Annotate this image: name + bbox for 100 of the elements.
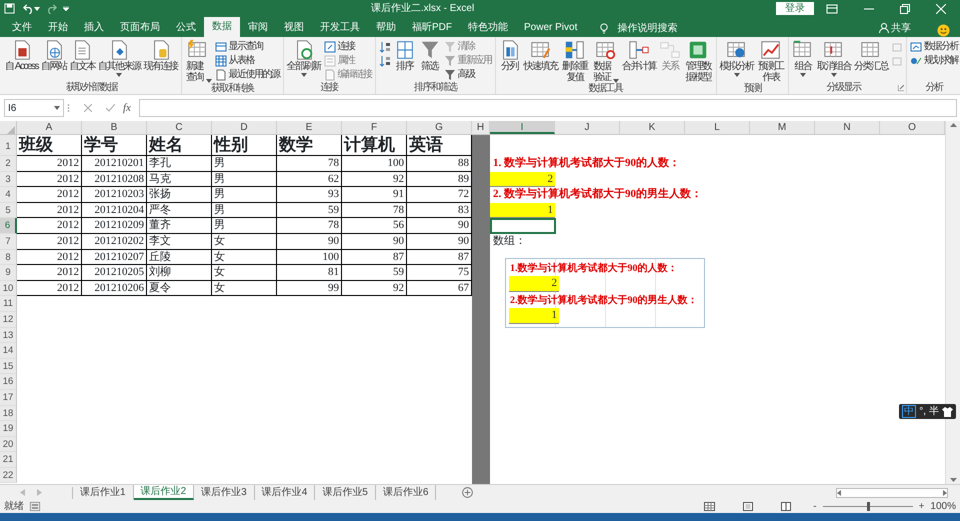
page-layout-icon[interactable] — [743, 502, 754, 511]
zoom-out-button[interactable]: - — [813, 500, 817, 512]
ribbon-button[interactable]: 高级 — [442, 68, 493, 81]
row-header[interactable]: 6 — [0, 218, 17, 234]
ribbon-tab[interactable]: 数据 — [204, 17, 240, 37]
ribbon-display-icon[interactable] — [826, 4, 838, 14]
zoom-in-button[interactable]: + — [918, 500, 924, 512]
ribbon-button[interactable]: 显示查询 — [214, 40, 281, 53]
row-header[interactable]: 5 — [0, 202, 17, 218]
customize-icon[interactable] — [63, 6, 69, 11]
search-field[interactable]: 操作说明搜索 — [617, 20, 678, 36]
ribbon-button[interactable]: 快速填充 — [522, 39, 559, 72]
ribbon-button[interactable]: 分类汇总 — [853, 39, 890, 72]
ribbon-button[interactable]: 排序 — [392, 39, 417, 72]
ribbon-button[interactable]: 自网站 — [40, 39, 68, 72]
save-icon[interactable] — [4, 3, 15, 14]
ribbon-button[interactable]: 自其他来源 — [97, 39, 142, 76]
horizontal-scrollbar[interactable] — [836, 488, 948, 498]
macro-icon[interactable] — [30, 502, 40, 511]
ribbon-button[interactable]: 管理数据模型 — [683, 39, 714, 83]
ribbon-tab[interactable]: 公式 — [168, 19, 204, 37]
ribbon-button[interactable]: 模拟分析 — [718, 39, 755, 76]
row-header[interactable]: 15 — [0, 358, 17, 374]
row-header[interactable]: 9 — [0, 265, 17, 281]
row-header[interactable]: 11 — [0, 296, 17, 312]
column-header[interactable]: F — [342, 121, 407, 134]
scroll-left-icon[interactable] — [837, 490, 841, 496]
ribbon-button[interactable]: 现有连接 — [142, 39, 179, 72]
ribbon-tab[interactable]: 帮助 — [368, 19, 404, 37]
page-break-icon[interactable] — [781, 502, 792, 511]
row-header[interactable]: 13 — [0, 328, 17, 344]
ribbon-button[interactable]: 取消组合 — [816, 39, 852, 76]
ime-label[interactable]: 半 — [929, 404, 939, 418]
row-header[interactable]: 19 — [0, 421, 17, 437]
ribbon-button[interactable]: 规划求解 — [909, 54, 960, 67]
enter-icon[interactable] — [106, 104, 115, 112]
ribbon-button[interactable]: 合并计算 — [621, 39, 658, 72]
ribbon-button[interactable]: 分列 — [498, 39, 522, 72]
ribbon-button[interactable]: 新建查询 — [184, 39, 213, 83]
caret-icon[interactable] — [34, 6, 40, 10]
column-header[interactable]: I — [490, 121, 555, 134]
launcher-icon[interactable] — [898, 85, 904, 91]
close-icon[interactable] — [936, 4, 946, 14]
column-header[interactable]: E — [277, 121, 342, 134]
column-header[interactable]: K — [620, 121, 685, 134]
row-header[interactable]: 2 — [0, 156, 17, 172]
ribbon-button[interactable]: 组合 — [791, 39, 816, 76]
restore-icon[interactable] — [900, 4, 910, 14]
scroll-up-icon[interactable] — [950, 123, 956, 127]
share-button[interactable]: 共享 — [874, 19, 915, 37]
column-header[interactable]: A — [17, 121, 82, 134]
scroll-down-icon[interactable] — [950, 478, 956, 482]
row-header[interactable]: 1 — [0, 135, 17, 156]
column-header[interactable]: B — [82, 121, 147, 134]
ribbon-tab[interactable]: Power Pivot — [516, 19, 586, 37]
column-header[interactable]: H — [472, 121, 490, 135]
ribbon-tab[interactable]: 页面布局 — [112, 19, 168, 37]
selected-cell[interactable] — [490, 218, 556, 234]
row-header[interactable]: 7 — [0, 234, 17, 250]
ime-label[interactable]: 中 — [902, 405, 916, 418]
formula-input[interactable] — [138, 99, 957, 117]
row-header[interactable]: 8 — [0, 250, 17, 266]
cancel-icon[interactable] — [84, 104, 92, 112]
ribbon-tab[interactable]: 开发工具 — [312, 19, 368, 37]
row-header[interactable]: 10 — [0, 280, 17, 296]
ribbon-tab[interactable]: 视图 — [276, 19, 312, 37]
ribbon-button[interactable]: 数据分析 — [909, 40, 960, 53]
row-header[interactable]: 17 — [0, 390, 17, 406]
ribbon-button[interactable]: 数据验证 — [591, 39, 620, 83]
name-box[interactable]: I6 — [4, 99, 64, 117]
column-header[interactable]: D — [212, 121, 277, 134]
ribbon-tab[interactable]: 特色功能 — [460, 19, 516, 37]
row-header[interactable]: 18 — [0, 406, 17, 422]
ribbon-tab[interactable]: 福昕PDF — [404, 19, 460, 37]
ribbon-button[interactable] — [378, 40, 392, 53]
slider-thumb[interactable] — [866, 502, 870, 511]
ribbon-button[interactable]: 自文本 — [68, 39, 96, 72]
column-header[interactable]: M — [750, 121, 815, 134]
scroll-right-icon[interactable] — [943, 490, 947, 496]
row-header[interactable]: 21 — [0, 452, 17, 468]
row-header[interactable]: 14 — [0, 343, 17, 359]
ribbon-button[interactable]: 预测工作表 — [756, 39, 786, 83]
row-header[interactable]: 16 — [0, 374, 17, 390]
undo-icon[interactable] — [23, 3, 34, 14]
ribbon-tab[interactable]: 开始 — [40, 19, 76, 37]
ribbon-button[interactable]: 连接 — [322, 40, 373, 53]
ribbon-button[interactable]: 从表格 — [214, 54, 281, 67]
ime-label[interactable]: °, — [919, 404, 926, 418]
column-header[interactable]: J — [555, 121, 620, 134]
row-header[interactable]: 12 — [0, 312, 17, 328]
ribbon-button[interactable]: 删除重复值 — [560, 39, 590, 83]
smiley-icon[interactable] — [937, 24, 950, 37]
ribbon-button[interactable] — [378, 54, 392, 67]
sign-in-button[interactable]: 登录 — [776, 2, 814, 15]
column-header[interactable]: C — [147, 121, 212, 134]
add-sheet-icon[interactable] — [462, 487, 474, 498]
redo-icon[interactable] — [46, 3, 57, 14]
ribbon-button[interactable]: 筛选 — [418, 39, 442, 72]
column-header[interactable]: N — [815, 121, 880, 134]
shirt-icon[interactable] — [942, 406, 953, 416]
